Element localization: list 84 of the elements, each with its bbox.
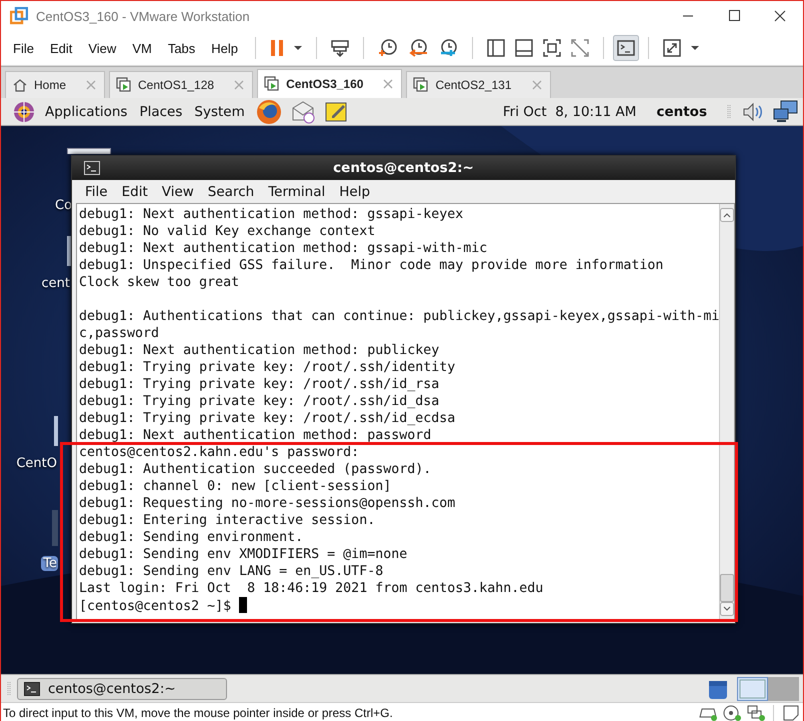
network-icon[interactable]	[773, 100, 799, 124]
menu-item[interactable]: File	[5, 40, 42, 56]
volume-icon[interactable]	[741, 100, 765, 122]
tab[interactable]: CentOS3_160	[257, 69, 402, 98]
app-logo-icon	[10, 7, 28, 25]
terminal-line: debug1: Next authentication method: publickey	[79, 342, 440, 359]
menu-item[interactable]: View	[154, 184, 201, 200]
clock[interactable]: Fri Oct 8, 10:11 AM	[502, 104, 636, 120]
no-fit-icon[interactable]	[570, 38, 590, 58]
vm-icon	[413, 77, 430, 93]
tab[interactable]: CentOS1_128	[109, 71, 254, 98]
terminal-line: debug1: Unspecified GSS failure. Minor code may provide more information	[79, 257, 664, 274]
tab[interactable]: CentOS2_131	[406, 71, 551, 98]
terminal-line: debug1: Entering interactive session.	[79, 512, 376, 529]
terminal-line: debug1: channel 0: new [client-session]	[79, 478, 392, 495]
terminal-line: debug1: Next authentication method: gssapi-with-mic	[79, 240, 488, 257]
terminal-line: c,password	[79, 325, 160, 342]
workspace-switcher-icon[interactable]	[737, 676, 799, 700]
clock-plus-icon[interactable]	[377, 38, 400, 58]
globe-icon[interactable]	[256, 98, 282, 124]
icon-label[interactable]: cent	[40, 276, 71, 291]
scroll-thumb[interactable]	[720, 574, 734, 602]
network-adapter-icon[interactable]	[747, 705, 765, 721]
terminal-line: debug1: Sending environment.	[79, 529, 304, 546]
clock-back-icon[interactable]	[407, 38, 430, 58]
panel-view-icon[interactable]	[514, 38, 534, 58]
cursor	[239, 597, 248, 613]
fullscreen-icon[interactable]	[662, 38, 682, 58]
taskbar-button[interactable]: centos@centos2:~	[17, 678, 227, 700]
icon-label[interactable]: CentO	[14, 456, 58, 471]
vm-icon	[116, 77, 132, 93]
terminal-line: debug1: Trying private key: /root/.ssh/id_rsa	[79, 376, 440, 393]
menu-item[interactable]: Help	[203, 40, 246, 56]
vm-icon	[264, 76, 280, 92]
terminal-line: debug1: Trying private key: /root/.ssh/identity	[79, 359, 456, 376]
menu-item[interactable]: VM	[124, 40, 160, 56]
menu-item[interactable]: Search	[200, 184, 262, 200]
menu-item[interactable]: Tabs	[160, 40, 204, 56]
pause-icon[interactable]	[269, 38, 286, 58]
terminal-line: debug1: Trying private key: /root/.ssh/id_dsa	[79, 393, 440, 410]
mail-clock-icon[interactable]	[290, 98, 316, 124]
status-text: To direct input to this VM, move the mouse pointer inside or press Ctrl+G.	[3, 706, 393, 720]
terminal-line: debug1: Trying private key: /root/.ssh/id_ecdsa	[79, 410, 456, 427]
terminal-line: debug1: Requesting no-more-sessions@openssh.com	[79, 495, 456, 512]
scroll-up-icon[interactable]	[720, 208, 734, 222]
scroll-down-icon[interactable]	[720, 602, 734, 616]
send-keys-icon[interactable]	[330, 38, 350, 58]
terminal-line: centos@centos2.kahn.edu's password:	[79, 444, 360, 461]
panel-grip-icon	[7, 680, 11, 698]
flower-logo-icon[interactable]	[13, 100, 35, 122]
terminal-icon	[84, 161, 100, 175]
sidebar-view-icon[interactable]	[486, 38, 506, 58]
terminal-line: debug1: Authentication succeeded (password).	[79, 461, 432, 478]
fit-view-icon[interactable]	[542, 38, 562, 58]
terminal-line: debug1: Sending env LANG = en_US.UTF-8	[79, 563, 384, 580]
terminal-line: debug1: Authentications that can continue: publickey,gssapi-keyex,gssapi-with-mi	[79, 308, 720, 325]
home-icon	[12, 77, 28, 93]
terminal-icon	[24, 682, 40, 696]
menu-item[interactable]: Help	[332, 184, 378, 200]
panel-grip-icon	[727, 102, 731, 120]
prompt: [centos@centos2 ~]$	[79, 599, 232, 614]
note-icon[interactable]	[782, 705, 800, 721]
menu-item[interactable]: Edit	[42, 40, 80, 56]
terminal-line: debug1: Sending env XMODIFIERS = @im=none	[79, 546, 408, 563]
cd-icon[interactable]	[723, 705, 741, 721]
terminal-line: Last login: Fri Oct 8 18:46:19 2021 from centos3.kahn.edu	[79, 580, 544, 597]
terminal-line: debug1: Next authentication method: gssapi-keyex	[79, 206, 464, 223]
icon-label[interactable]: Co	[53, 198, 74, 213]
panel-menu[interactable]: System	[194, 104, 245, 120]
terminal-line: debug1: Next authentication method: password	[79, 427, 432, 444]
scrollbar[interactable]	[719, 204, 734, 620]
panel-menu[interactable]: Applications	[45, 104, 128, 120]
tab[interactable]: Home	[5, 71, 106, 98]
terminal-line: debug1: No valid Key exchange context	[79, 223, 376, 240]
user-name[interactable]: centos	[656, 104, 707, 120]
window-title: centos@centos2:~	[333, 160, 474, 176]
console-view-icon[interactable]	[613, 35, 640, 61]
menu-item[interactable]: Edit	[114, 184, 155, 200]
window-title: CentOS3_160 - VMware Workstation	[36, 8, 251, 24]
terminal-line: Clock skew too great	[79, 274, 240, 291]
panel-menu[interactable]: Places	[139, 104, 182, 120]
menu-item[interactable]: Terminal	[261, 184, 332, 200]
menu-item[interactable]: View	[80, 40, 124, 56]
menu-item[interactable]: File	[78, 184, 115, 200]
